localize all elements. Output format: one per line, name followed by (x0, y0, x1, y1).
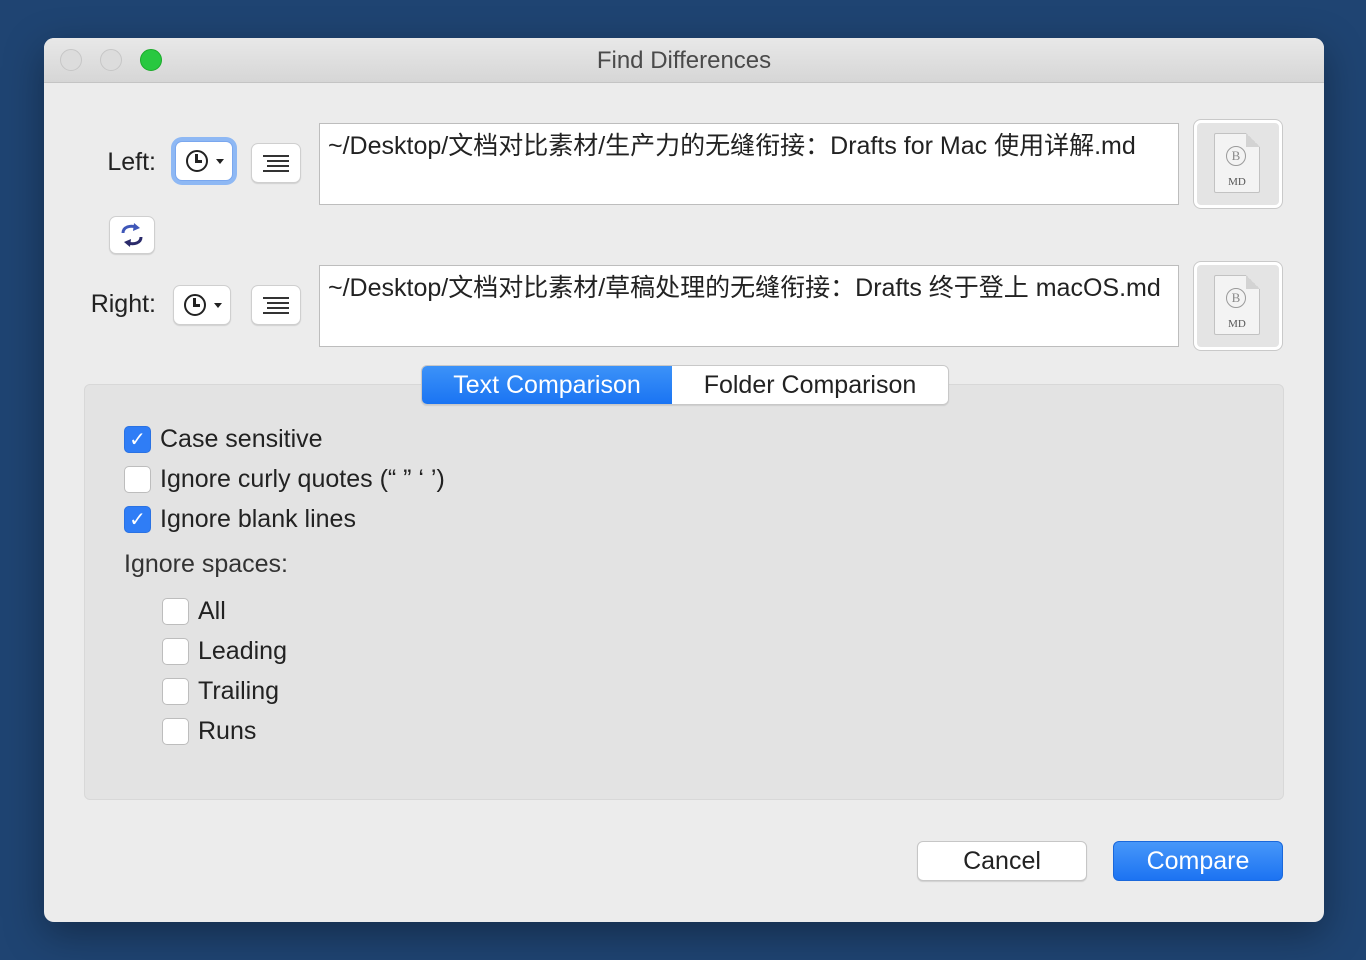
file-badge: B (1226, 288, 1246, 308)
ignore-spaces-trailing-option[interactable]: Trailing (162, 676, 279, 706)
tab-folder-comparison[interactable]: Folder Comparison (672, 366, 948, 404)
ignore-spaces-leading-checkbox[interactable] (162, 637, 189, 665)
ignore-spaces-label: Ignore spaces: (124, 550, 288, 578)
case-sensitive-checkbox[interactable]: ✓ (124, 425, 151, 453)
left-label: Left: (107, 148, 156, 176)
comparison-tabs: Text Comparison Folder Comparison (421, 365, 949, 405)
clock-icon (186, 150, 208, 172)
ignore-curly-quotes-label: Ignore curly quotes (“ ” ‘ ’) (160, 464, 445, 493)
right-label: Right: (90, 290, 156, 318)
ignore-spaces-leading-label: Leading (198, 636, 287, 665)
right-list-button[interactable] (251, 285, 301, 325)
ignore-spaces-trailing-label: Trailing (198, 676, 280, 705)
compare-button[interactable]: Compare (1113, 841, 1283, 881)
case-sensitive-option[interactable]: ✓ Case sensitive (124, 424, 323, 454)
file-badge: B (1226, 146, 1246, 166)
ignore-spaces-all-checkbox[interactable] (162, 597, 189, 625)
ignore-blank-lines-label: Ignore blank lines (160, 504, 356, 533)
swap-sides-button[interactable] (109, 216, 155, 254)
title-bar: Find Differences (44, 38, 1324, 83)
ignore-spaces-all-label: All (198, 596, 226, 625)
ignore-spaces-runs-label: Runs (198, 716, 257, 745)
chevron-down-icon (214, 303, 222, 308)
right-history-button[interactable] (173, 285, 231, 325)
markdown-file-icon: B MD (1214, 133, 1260, 193)
case-sensitive-label: Case sensitive (160, 424, 323, 453)
clock-icon (184, 294, 206, 316)
ignore-blank-lines-checkbox[interactable]: ✓ (124, 505, 151, 533)
right-file-well[interactable]: B MD (1194, 262, 1282, 350)
ignore-spaces-runs-option[interactable]: Runs (162, 716, 256, 746)
ignore-blank-lines-option[interactable]: ✓ Ignore blank lines (124, 504, 356, 534)
ignore-spaces-runs-checkbox[interactable] (162, 717, 189, 745)
left-file-well[interactable]: B MD (1194, 120, 1282, 208)
find-differences-window: Find Differences Left: ~/Desktop/文档对比素材/… (44, 38, 1324, 922)
right-path-field[interactable]: ~/Desktop/文档对比素材/草稿处理的无缝衔接：Drafts 终于登上 m… (319, 265, 1179, 347)
tab-text-comparison[interactable]: Text Comparison (422, 366, 672, 404)
ignore-curly-quotes-option[interactable]: Ignore curly quotes (“ ” ‘ ’) (124, 464, 445, 494)
window-title: Find Differences (596, 47, 772, 74)
left-list-button[interactable] (251, 143, 301, 183)
file-type-label: MD (1228, 176, 1246, 188)
markdown-file-icon: B MD (1214, 275, 1260, 335)
ignore-spaces-trailing-checkbox[interactable] (162, 677, 189, 705)
left-path-field[interactable]: ~/Desktop/文档对比素材/生产力的无缝衔接：Drafts for Mac… (319, 123, 1179, 205)
chevron-down-icon (216, 159, 224, 164)
left-history-button[interactable] (175, 141, 233, 181)
ignore-curly-quotes-checkbox[interactable] (124, 465, 151, 493)
file-type-label: MD (1228, 318, 1246, 330)
cancel-button[interactable]: Cancel (917, 841, 1087, 881)
ignore-spaces-leading-option[interactable]: Leading (162, 636, 287, 666)
ignore-spaces-all-option[interactable]: All (162, 596, 226, 626)
swap-arrows-icon (121, 223, 143, 247)
